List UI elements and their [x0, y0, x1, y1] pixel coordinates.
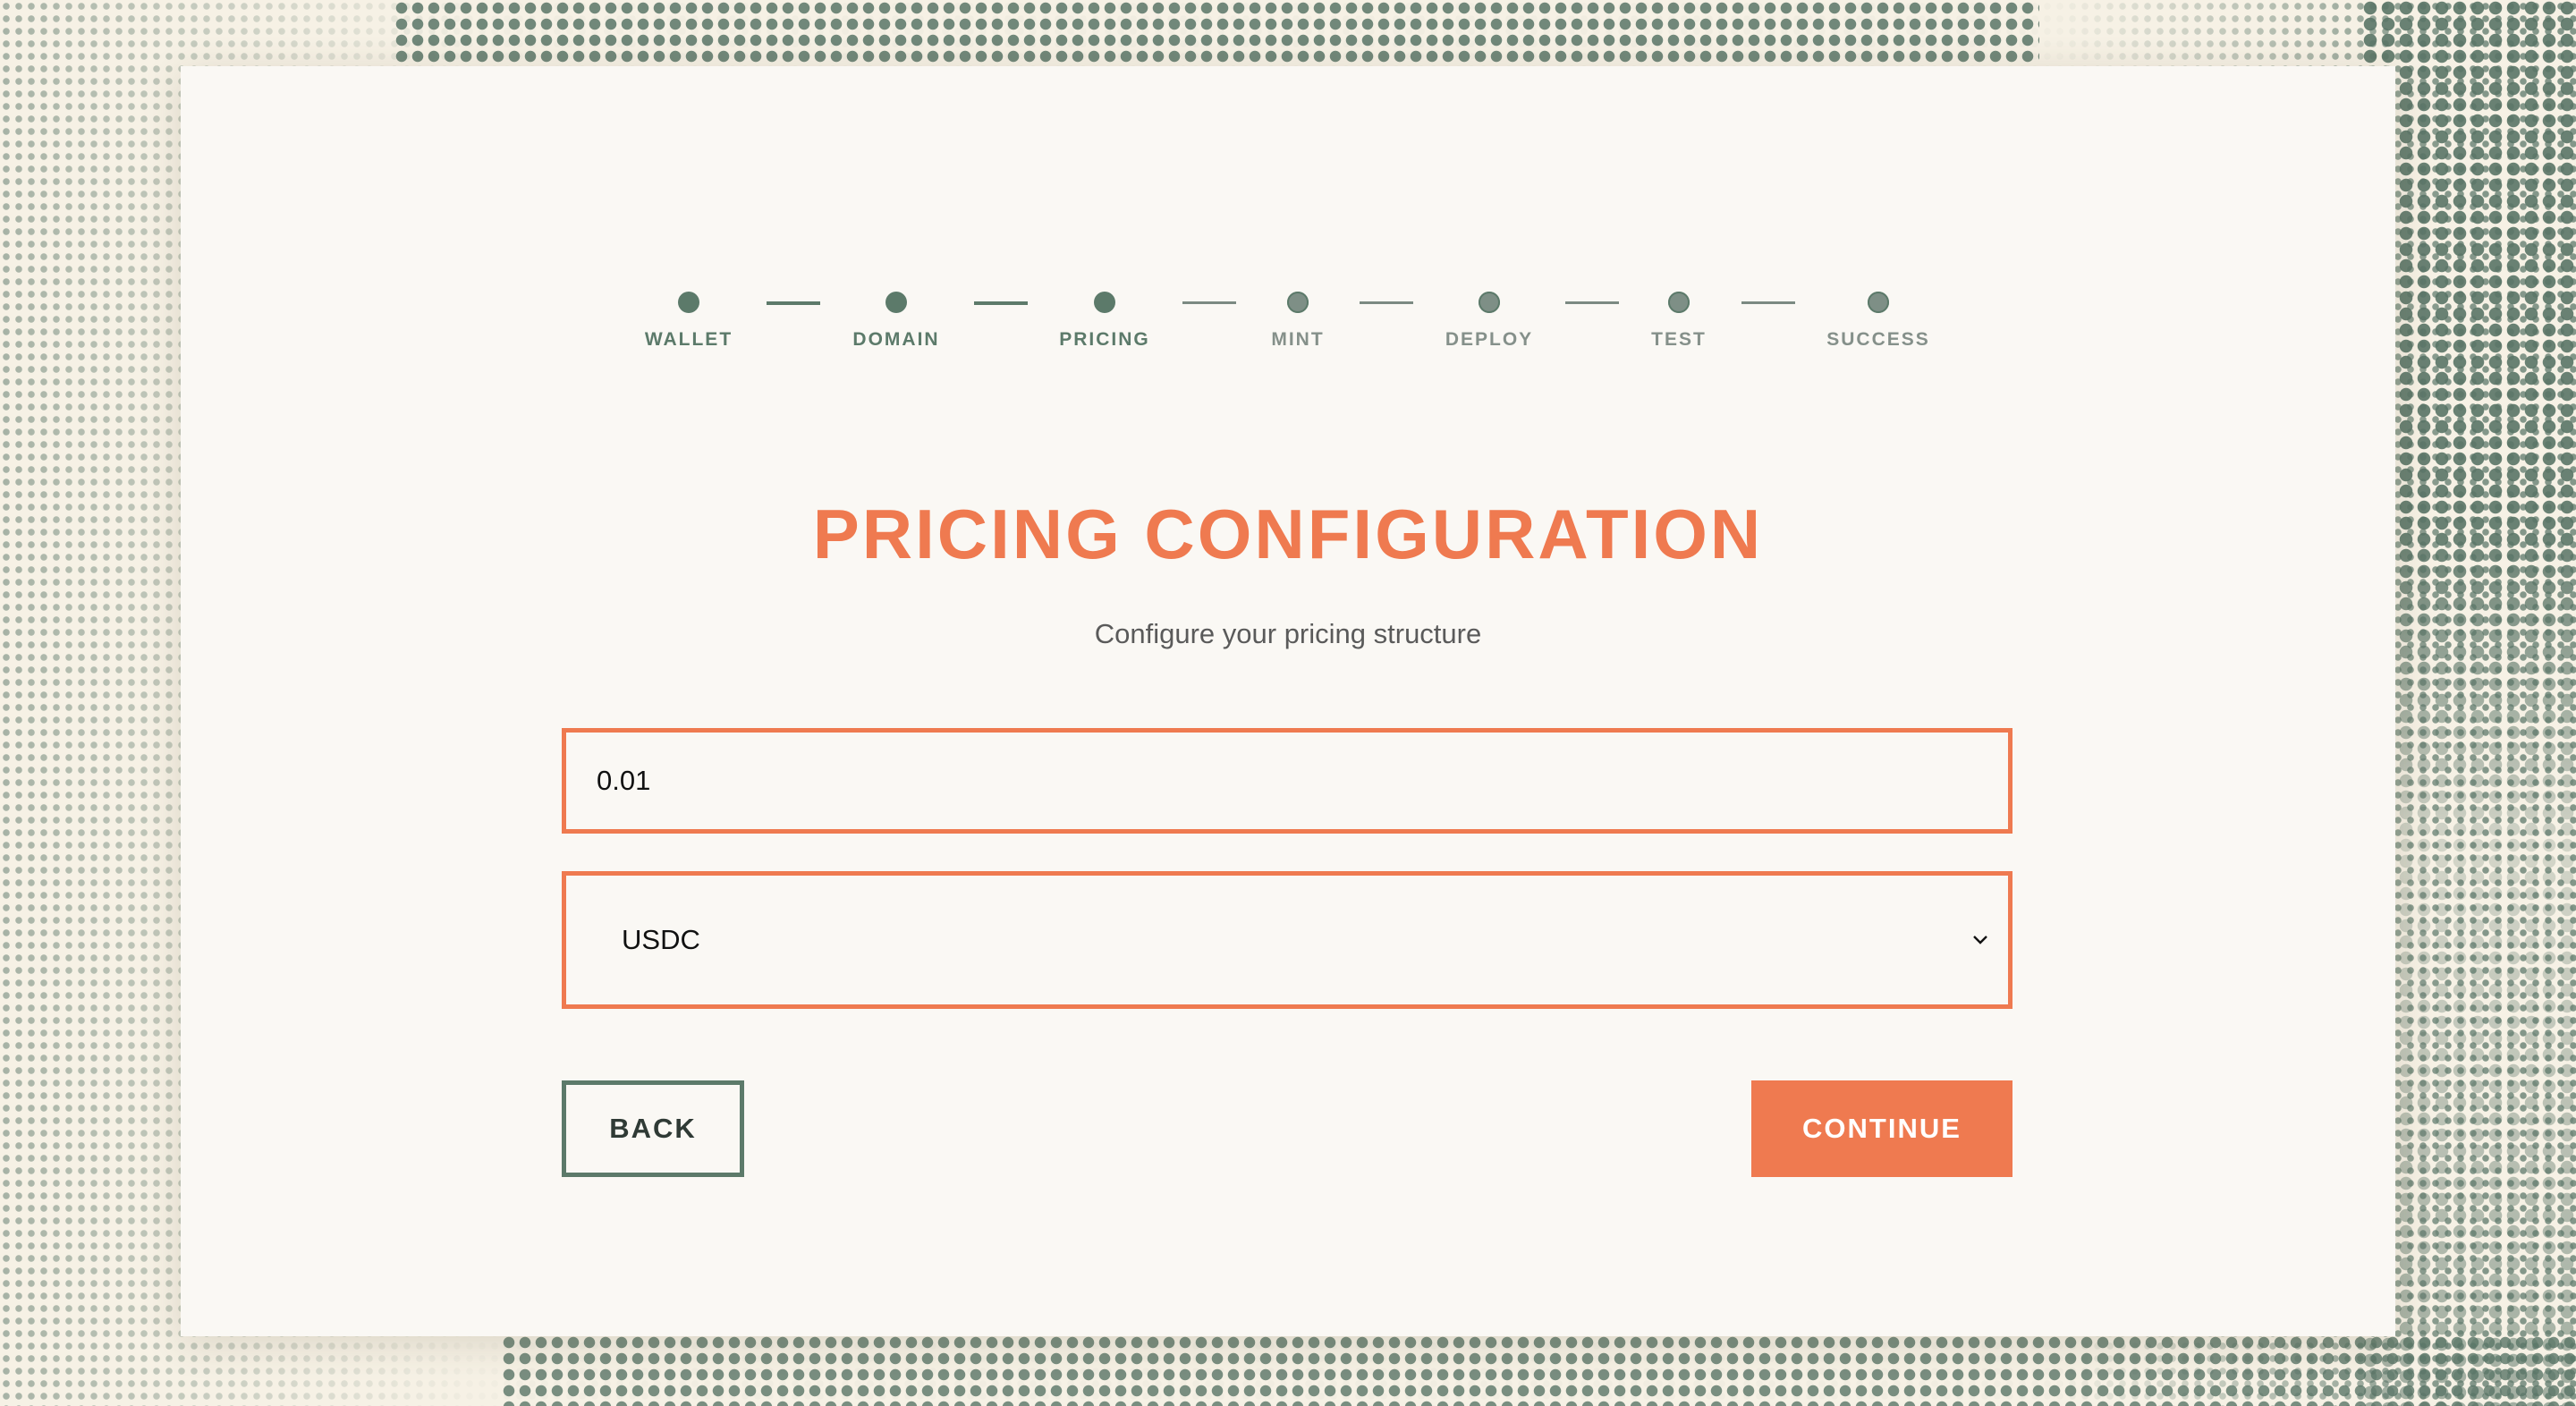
step-domain: DOMAIN [807, 292, 986, 351]
step-dot-icon [1668, 292, 1690, 313]
step-mint: MINT [1208, 292, 1387, 351]
background-dot-band-top [394, 0, 2039, 72]
page-title: PRICING CONFIGURATION [812, 495, 1764, 573]
page-subtitle: Configure your pricing structure [1094, 618, 1482, 649]
background-dot-band-bottom [501, 1334, 2576, 1406]
step-label: SUCCESS [1826, 329, 1930, 350]
back-button[interactable]: BACK [562, 1080, 744, 1177]
step-dot-icon [678, 292, 699, 313]
step-pricing: PRICING [1015, 292, 1194, 351]
continue-button[interactable]: CONTINUE [1751, 1080, 2012, 1177]
currency-selected-value: USDC [622, 924, 700, 955]
step-dot-icon [1287, 292, 1309, 313]
pricing-card: WALLET DOMAIN PRICING MINT DEPLOY TEST S… [181, 66, 2395, 1336]
currency-select[interactable]: USDC [562, 871, 2012, 1009]
step-label: MINT [1271, 329, 1325, 350]
step-label: PRICING [1059, 329, 1150, 350]
step-success: SUCCESS [1789, 292, 1968, 351]
step-label: TEST [1651, 329, 1707, 350]
step-dot-icon [1868, 292, 1889, 313]
step-label: DOMAIN [852, 329, 940, 350]
price-input[interactable] [562, 728, 2012, 834]
step-deploy: DEPLOY [1400, 292, 1579, 351]
step-label: DEPLOY [1445, 329, 1534, 350]
progress-stepper: WALLET DOMAIN PRICING MINT DEPLOY TEST S… [181, 292, 2395, 426]
step-dot-icon [886, 292, 907, 313]
step-dot-icon [1094, 292, 1115, 313]
step-connector [1741, 301, 1795, 304]
step-dot-icon [1479, 292, 1500, 313]
chevron-down-icon [1970, 930, 1990, 950]
step-wallet: WALLET [599, 292, 778, 351]
step-test: TEST [1589, 292, 1768, 351]
step-label: WALLET [644, 329, 733, 350]
